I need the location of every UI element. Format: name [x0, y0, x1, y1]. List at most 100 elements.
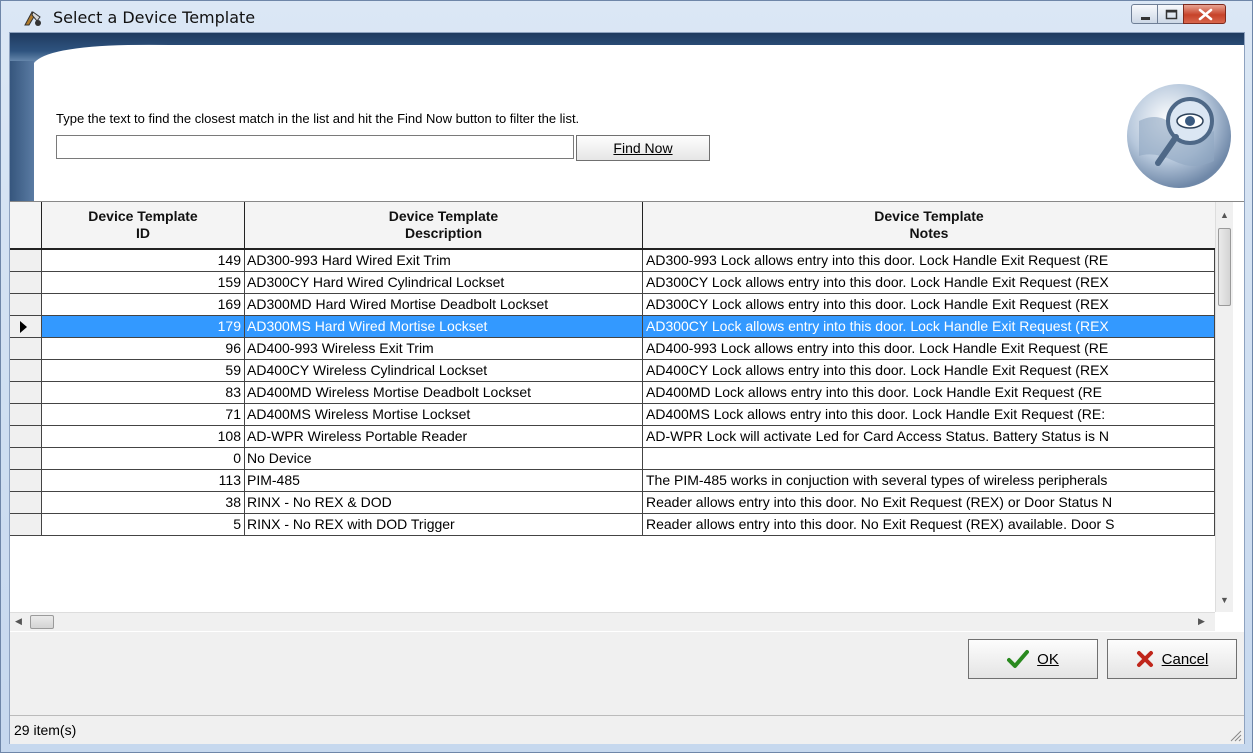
cell-description[interactable]: AD300MS Hard Wired Mortise Lockset	[245, 316, 643, 338]
cell-notes[interactable]: Reader allows entry into this door. No E…	[643, 492, 1215, 514]
cell-description[interactable]: AD-WPR Wireless Portable Reader	[245, 426, 643, 448]
cell-description[interactable]: No Device	[245, 448, 643, 470]
cell-notes[interactable]: AD400MD Lock allows entry into this door…	[643, 382, 1215, 404]
row-selector[interactable]	[10, 272, 42, 294]
vertical-scrollbar[interactable]: ▲ ▼	[1215, 202, 1233, 612]
table-row[interactable]: 169 AD300MD Hard Wired Mortise Deadbolt L…	[10, 294, 1215, 316]
cell-id[interactable]: 38	[42, 492, 245, 514]
scroll-up-icon[interactable]: ▲	[1220, 210, 1229, 220]
device-template-icon	[24, 11, 41, 26]
row-selector[interactable]	[10, 514, 42, 536]
column-header-description[interactable]: Device Template Description	[245, 202, 643, 248]
cell-id[interactable]: 71	[42, 404, 245, 426]
vertical-scroll-thumb[interactable]	[1218, 228, 1231, 306]
cell-notes[interactable]: AD300CY Lock allows entry into this door…	[643, 294, 1215, 316]
row-selector[interactable]	[10, 426, 42, 448]
table-row[interactable]: 59 AD400CY Wireless Cylindrical Lockset AD…	[10, 360, 1215, 382]
cell-id[interactable]: 59	[42, 360, 245, 382]
close-button[interactable]	[1183, 4, 1226, 24]
cell-description[interactable]: PIM-485	[245, 470, 643, 492]
cell-description[interactable]: AD300CY Hard Wired Cylindrical Lockset	[245, 272, 643, 294]
table-row[interactable]: 113 PIM-485 The PIM-485 works in conjuctio…	[10, 470, 1215, 492]
cell-notes[interactable]	[643, 448, 1215, 470]
row-selector[interactable]	[10, 382, 42, 404]
cell-notes[interactable]: AD400-993 Lock allows entry into this do…	[643, 338, 1215, 360]
cell-description[interactable]: RINX - No REX with DOD Trigger	[245, 514, 643, 536]
row-selector[interactable]	[10, 338, 42, 360]
row-selector[interactable]	[10, 404, 42, 426]
cell-id[interactable]: 83	[42, 382, 245, 404]
close-icon	[1198, 8, 1213, 21]
cell-description[interactable]: AD300-993 Hard Wired Exit Trim	[245, 250, 643, 272]
search-input[interactable]	[56, 135, 574, 159]
row-selector[interactable]	[10, 448, 42, 470]
table-row[interactable]: 96 AD400-993 Wireless Exit Trim AD400-993 …	[10, 338, 1215, 360]
row-selector[interactable]	[10, 250, 42, 272]
table-row[interactable]: 83 AD400MD Wireless Mortise Deadbolt Lock…	[10, 382, 1215, 404]
row-selector[interactable]	[10, 316, 42, 338]
cell-description[interactable]: RINX - No REX & DOD	[245, 492, 643, 514]
cell-notes[interactable]: AD300CY Lock allows entry into this door…	[643, 316, 1215, 338]
maximize-button[interactable]	[1157, 4, 1184, 24]
column-header-id[interactable]: Device Template ID	[42, 202, 245, 248]
find-now-button[interactable]: Find Now	[576, 135, 710, 161]
cell-notes[interactable]: AD300-993 Lock allows entry into this do…	[643, 250, 1215, 272]
table-row[interactable]: 71 AD400MS Wireless Mortise Lockset AD400M…	[10, 404, 1215, 426]
row-selector[interactable]	[10, 492, 42, 514]
table-row[interactable]: 108 AD-WPR Wireless Portable Reader AD-WPR…	[10, 426, 1215, 448]
cell-id[interactable]: 113	[42, 470, 245, 492]
search-instruction: Type the text to find the closest match …	[56, 111, 580, 126]
column-header-id-line1: Device Template	[88, 208, 198, 224]
table-row[interactable]: 179 AD300MS Hard Wired Mortise Lockset AD3…	[10, 316, 1215, 338]
row-selector[interactable]	[10, 360, 42, 382]
table-row[interactable]: 159 AD300CY Hard Wired Cylindrical Lockse…	[10, 272, 1215, 294]
cell-notes[interactable]: The PIM-485 works in conjuction with sev…	[643, 470, 1215, 492]
device-template-grid[interactable]: Device Template ID Device Template Descrip…	[10, 201, 1244, 632]
horizontal-scroll-thumb[interactable]	[30, 615, 54, 629]
grid-header: Device Template ID Device Template Descrip…	[10, 202, 1215, 250]
minimize-button[interactable]	[1131, 4, 1158, 24]
row-header-corner	[10, 202, 42, 248]
cell-notes[interactable]: AD400CY Lock allows entry into this door…	[643, 360, 1215, 382]
scroll-down-icon[interactable]: ▼	[1220, 595, 1229, 605]
cell-description[interactable]: AD400MD Wireless Mortise Deadbolt Lockse…	[245, 382, 643, 404]
header-banner-curve	[34, 44, 1244, 63]
column-header-description-line2: Description	[404, 225, 482, 241]
scroll-right-icon[interactable]: ▶	[1198, 616, 1205, 627]
cell-notes[interactable]: AD400MS Lock allows entry into this door…	[643, 404, 1215, 426]
horizontal-scrollbar[interactable]: ◀ ▶	[10, 612, 1215, 631]
scroll-left-icon[interactable]: ◀	[15, 616, 22, 627]
cell-id[interactable]: 96	[42, 338, 245, 360]
cell-description[interactable]: AD400CY Wireless Cylindrical Lockset	[245, 360, 643, 382]
cell-id[interactable]: 169	[42, 294, 245, 316]
title-bar[interactable]: Select a Device Template	[1, 1, 1252, 33]
cancel-button[interactable]: Cancel	[1107, 639, 1237, 679]
column-header-notes[interactable]: Device Template Notes	[643, 202, 1215, 248]
ok-button[interactable]: OK	[968, 639, 1098, 679]
cell-description[interactable]: AD400MS Wireless Mortise Lockset	[245, 404, 643, 426]
cell-id[interactable]: 159	[42, 272, 245, 294]
table-row[interactable]: 5 RINX - No REX with DOD Trigger Reader al…	[10, 514, 1215, 536]
cell-description[interactable]: AD300MD Hard Wired Mortise Deadbolt Lock…	[245, 294, 643, 316]
column-header-id-line2: ID	[136, 225, 150, 241]
cell-notes[interactable]: AD300CY Lock allows entry into this door…	[643, 272, 1215, 294]
window-title: Select a Device Template	[53, 8, 256, 27]
cell-notes[interactable]: AD-WPR Lock will activate Led for Card A…	[643, 426, 1215, 448]
row-selector[interactable]	[10, 294, 42, 316]
x-icon	[1136, 651, 1153, 667]
cell-id[interactable]: 5	[42, 514, 245, 536]
row-selector[interactable]	[10, 470, 42, 492]
cell-id[interactable]: 108	[42, 426, 245, 448]
resize-grip-icon[interactable]	[1228, 728, 1242, 742]
cell-notes[interactable]: Reader allows entry into this door. No E…	[643, 514, 1215, 536]
cell-id[interactable]: 149	[42, 250, 245, 272]
table-row[interactable]: 149 AD300-993 Hard Wired Exit Trim AD300-9…	[10, 250, 1215, 272]
cell-id[interactable]: 0	[42, 448, 245, 470]
checkmark-icon	[1007, 650, 1030, 668]
cell-description[interactable]: AD400-993 Wireless Exit Trim	[245, 338, 643, 360]
minimize-icon	[1141, 17, 1150, 20]
cell-id[interactable]: 179	[42, 316, 245, 338]
table-row[interactable]: 0 No Device	[10, 448, 1215, 470]
find-now-label: Find Now	[613, 140, 673, 156]
table-row[interactable]: 38 RINX - No REX & DOD Reader allows entry…	[10, 492, 1215, 514]
